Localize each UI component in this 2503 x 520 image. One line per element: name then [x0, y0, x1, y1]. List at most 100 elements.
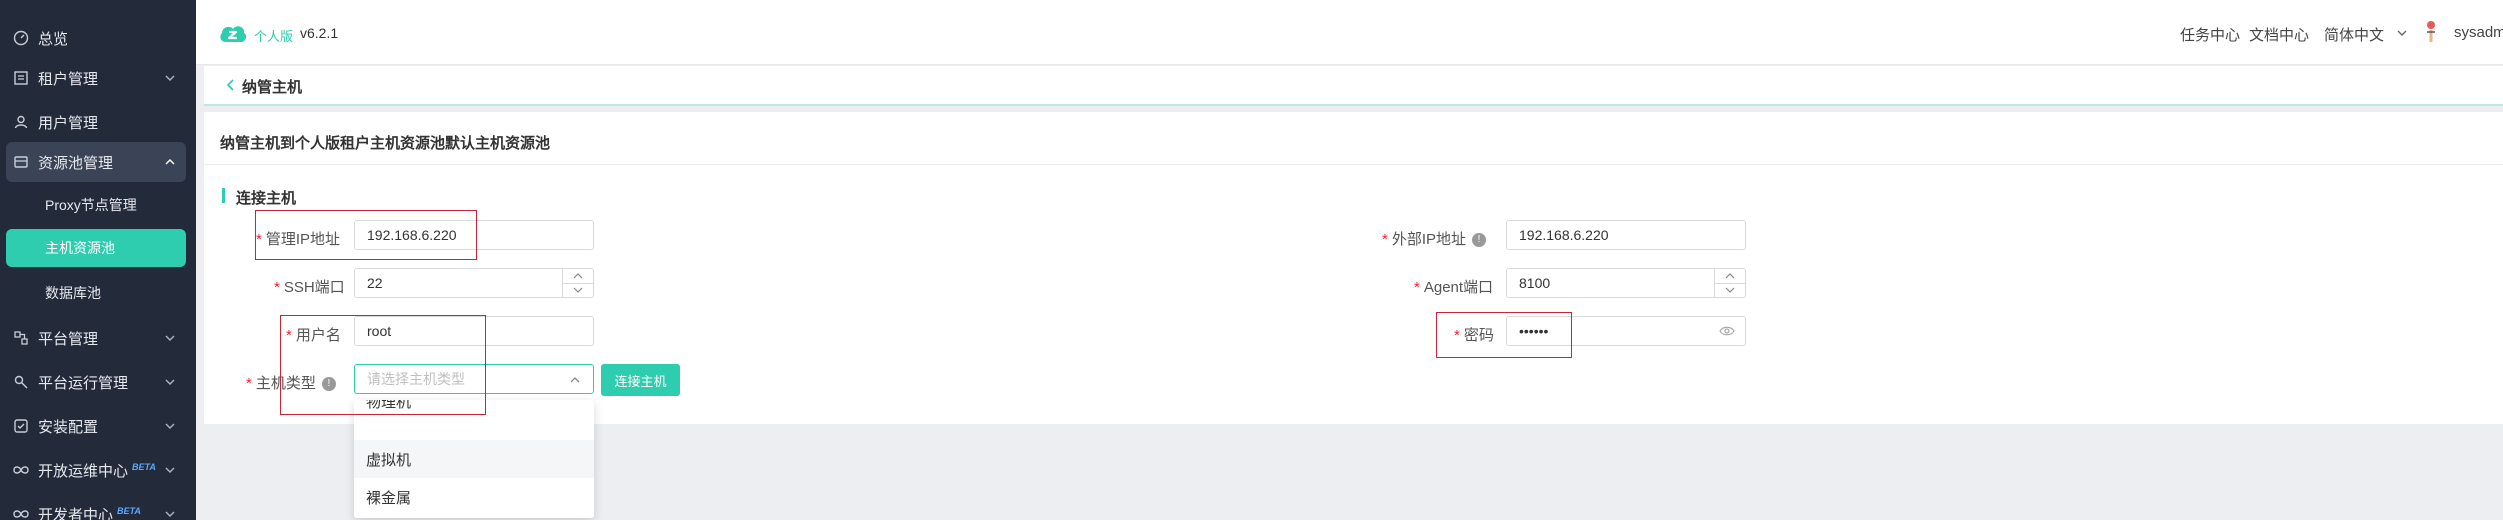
avatar[interactable] — [2424, 20, 2438, 46]
mgmt-ip-input[interactable]: 192.168.6.220 — [354, 220, 594, 250]
agent-port-label: * Agent端口 — [1414, 279, 1494, 296]
eye-icon[interactable] — [1719, 325, 1735, 337]
agent-port-stepper[interactable]: 8100 — [1506, 268, 1746, 298]
dropdown-option-physical[interactable]: 物理机 — [354, 400, 594, 420]
increment-button[interactable] — [1715, 269, 1745, 284]
sidebar-item-label: 开发者中心 BETA — [38, 505, 141, 520]
ssh-port-stepper[interactable]: 22 — [354, 268, 594, 298]
mgmt-ip-value: 192.168.6.220 — [367, 227, 457, 243]
sidebar-item-users[interactable]: 用户管理 — [0, 102, 196, 142]
connect-host-button[interactable]: 连接主机 — [601, 364, 680, 396]
section-title: 连接主机 — [236, 190, 297, 207]
platform-run-icon — [12, 373, 30, 391]
chevron-down-icon — [165, 379, 175, 385]
ssh-port-value: 22 — [367, 275, 383, 291]
user-icon — [12, 113, 30, 131]
top-header: 个人版 v6.2.1 任务中心 文档中心 简体中文 sysadm — [196, 0, 2503, 65]
tenant-icon — [12, 69, 30, 87]
sidebar-item-label: 安装配置 — [38, 418, 99, 436]
help-icon[interactable]: ! — [1472, 233, 1487, 248]
username-input[interactable]: root — [354, 316, 594, 346]
sidebar-item-install-config[interactable]: 安装配置 — [0, 406, 196, 446]
sidebar-item-tenant[interactable]: 租户管理 — [0, 58, 196, 98]
ops-center-icon — [12, 461, 30, 479]
password-value: •••••• — [1519, 323, 1549, 339]
resource-pool-icon — [12, 153, 30, 171]
divider — [204, 164, 2503, 165]
dropdown-option-baremetal[interactable]: 裸金属 — [354, 478, 594, 516]
sidebar: 总览 租户管理 用户管理 资源池管理 Proxy节点管理 主机资源池 数据库池 … — [0, 0, 196, 520]
decrement-button[interactable] — [1715, 283, 1745, 297]
dropdown-option-virtual[interactable]: 虚拟机 — [354, 440, 594, 478]
chevron-down-icon — [2397, 30, 2407, 36]
breadcrumb: 纳管主机 — [204, 66, 2503, 106]
chevron-up-icon — [573, 273, 583, 279]
card-title: 纳管主机到个人版租户主机资源池默认主机资源池 — [220, 135, 551, 152]
host-type-label: * 主机类型! — [246, 372, 336, 393]
sidebar-item-developer-center[interactable]: 开发者中心 BETA — [0, 494, 196, 520]
sidebar-subitem-db-pool[interactable]: 数据库池 — [0, 274, 196, 312]
host-type-dropdown: 物理机 虚拟机 裸金属 — [354, 400, 594, 518]
chevron-down-icon — [165, 511, 175, 517]
section-accent-bar — [222, 188, 225, 203]
chevron-up-icon — [165, 158, 175, 165]
chevron-down-icon — [165, 335, 175, 341]
sidebar-item-label: 用户管理 — [38, 114, 99, 132]
sidebar-subitem-label: 主机资源池 — [45, 240, 115, 256]
sidebar-item-resource-pool[interactable]: 资源池管理 — [6, 142, 186, 182]
host-type-select[interactable]: 请选择主机类型 — [354, 364, 594, 394]
sidebar-item-platform[interactable]: 平台管理 — [0, 318, 196, 358]
sidebar-subitem-host-pool[interactable]: 主机资源池 — [6, 229, 186, 267]
increment-button[interactable] — [563, 269, 593, 284]
sidebar-item-platform-run[interactable]: 平台运行管理 — [0, 362, 196, 402]
sidebar-item-label: 开放运维中心 BETA — [38, 461, 156, 480]
back-arrow-icon[interactable] — [224, 78, 236, 92]
password-input[interactable]: •••••• — [1506, 316, 1746, 346]
chevron-down-icon — [165, 467, 175, 473]
sidebar-subitem-label: 数据库池 — [45, 285, 101, 301]
platform-icon — [12, 329, 30, 347]
sidebar-item-label: 总览 — [38, 30, 69, 48]
app-logo-icon[interactable] — [218, 22, 248, 46]
username-value: root — [367, 323, 392, 339]
developer-center-icon — [12, 505, 30, 520]
task-center-link[interactable]: 任务中心 — [2180, 24, 2240, 45]
beta-badge: BETA — [132, 461, 156, 472]
dashboard-icon — [12, 29, 30, 47]
user-menu[interactable]: sysadm — [2454, 24, 2503, 41]
sidebar-subitem-label: Proxy节点管理 — [45, 197, 137, 213]
doc-center-link[interactable]: 文档中心 — [2249, 24, 2309, 45]
help-icon[interactable]: ! — [321, 377, 336, 392]
language-select[interactable]: 简体中文 — [2324, 24, 2384, 45]
sidebar-item-overview[interactable]: 总览 — [0, 18, 196, 58]
ssh-port-label: * SSH端口 — [274, 279, 345, 296]
chevron-up-icon — [570, 377, 580, 383]
sidebar-subitem-proxy[interactable]: Proxy节点管理 — [0, 186, 196, 224]
sidebar-item-ops-center[interactable]: 开放运维中心 BETA — [0, 450, 196, 490]
password-label: * 密码 — [1454, 327, 1494, 344]
stepper-controls — [1714, 269, 1745, 297]
chevron-down-icon — [165, 423, 175, 429]
sidebar-item-label: 平台管理 — [38, 330, 99, 348]
external-ip-input[interactable]: 192.168.6.220 — [1506, 220, 1746, 250]
mgmt-ip-label: * 管理IP地址 — [256, 231, 341, 248]
username-label: * 用户名 — [286, 327, 341, 344]
chevron-down-icon — [573, 287, 583, 293]
version-label: v6.2.1 — [300, 25, 339, 41]
external-ip-value: 192.168.6.220 — [1519, 227, 1609, 243]
decrement-button[interactable] — [563, 283, 593, 297]
sidebar-item-label: 租户管理 — [38, 70, 99, 88]
beta-badge: BETA — [117, 505, 141, 516]
page-title: 纳管主机 — [242, 79, 303, 96]
host-type-placeholder: 请选择主机类型 — [367, 371, 465, 387]
chevron-down-icon — [1725, 287, 1735, 293]
install-config-icon — [12, 417, 30, 435]
sidebar-item-label: 平台运行管理 — [38, 374, 129, 392]
chevron-down-icon — [165, 75, 175, 81]
sidebar-item-label: 资源池管理 — [38, 154, 114, 172]
stepper-controls — [562, 269, 593, 297]
external-ip-label: * 外部IP地址! — [1382, 228, 1487, 249]
agent-port-value: 8100 — [1519, 275, 1551, 291]
chevron-up-icon — [1725, 273, 1735, 279]
brand-label: 个人版 — [254, 29, 294, 44]
